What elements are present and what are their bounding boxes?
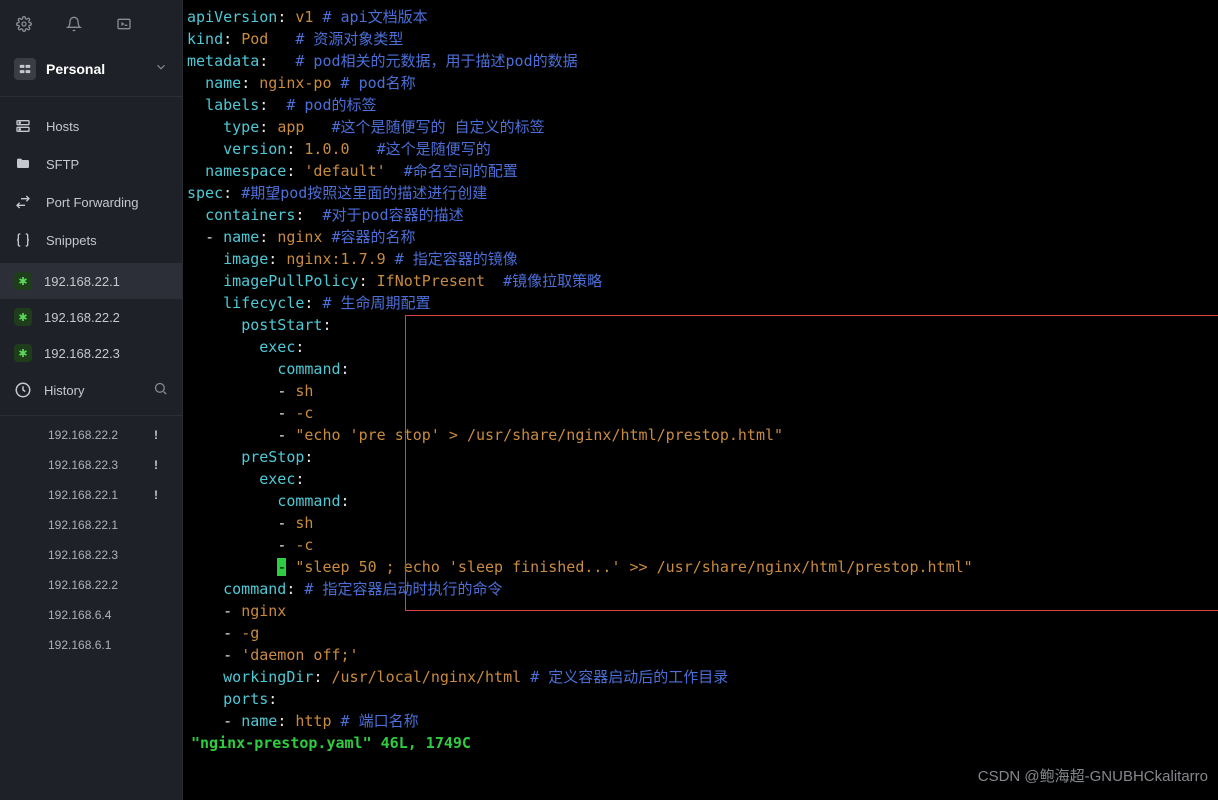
hosts-icon	[14, 117, 32, 135]
clock-icon	[14, 381, 32, 399]
nav-label: SFTP	[46, 157, 79, 172]
nav-label: Port Forwarding	[46, 195, 138, 210]
recent-item[interactable]: 192.168.22.3	[0, 540, 182, 570]
host-status-icon: ✱	[14, 344, 32, 362]
recent-item[interactable]: 192.168.22.1	[0, 510, 182, 540]
nav-list: Hosts SFTP Port Forwarding Snippets	[0, 96, 182, 259]
host-list: ✱ 192.168.22.1 ✱ 192.168.22.2 ✱ 192.168.…	[0, 263, 182, 371]
nav-sftp[interactable]: SFTP	[0, 145, 182, 183]
host-status-icon: ✱	[14, 272, 32, 290]
host-item[interactable]: ✱ 192.168.22.3	[0, 335, 182, 371]
terminal-icon[interactable]	[114, 14, 134, 34]
host-ip: 192.168.22.3	[44, 346, 120, 361]
host-ip: 192.168.22.1	[44, 274, 120, 289]
sidebar-toolbar	[0, 0, 182, 48]
nav-snippets[interactable]: Snippets	[0, 221, 182, 259]
nav-label: Snippets	[46, 233, 97, 248]
search-icon[interactable]	[153, 381, 168, 399]
code-editor[interactable]: apiVersion: v1 # api文档版本 kind: Pod # 资源对…	[183, 6, 1218, 754]
host-ip: 192.168.22.2	[44, 310, 120, 325]
nav-hosts[interactable]: Hosts	[0, 107, 182, 145]
bell-icon[interactable]	[64, 14, 84, 34]
workspace-selector[interactable]: Personal	[0, 48, 182, 90]
alert-badge: !	[154, 488, 158, 502]
alert-badge: !	[154, 458, 158, 472]
watermark: CSDN @鲍海超-GNUBHCkalitarro	[978, 765, 1208, 786]
folder-icon	[14, 155, 32, 173]
recent-item[interactable]: 192.168.22.3!	[0, 450, 182, 480]
sidebar: Personal Hosts SFTP Port Forwarding Snip…	[0, 0, 183, 800]
recent-list: 192.168.22.2! 192.168.22.3! 192.168.22.1…	[0, 415, 182, 660]
alert-badge: !	[154, 428, 158, 442]
recent-item[interactable]: 192.168.22.1!	[0, 480, 182, 510]
host-status-icon: ✱	[14, 308, 32, 326]
vim-status-line: "nginx-prestop.yaml" 46L, 1749C	[187, 734, 471, 752]
nav-portfwd[interactable]: Port Forwarding	[0, 183, 182, 221]
arrows-icon	[14, 193, 32, 211]
workspace-label: Personal	[46, 61, 144, 77]
braces-icon	[14, 231, 32, 249]
chevron-down-icon	[154, 60, 168, 79]
host-item[interactable]: ✱ 192.168.22.1	[0, 263, 182, 299]
recent-item[interactable]: 192.168.22.2	[0, 570, 182, 600]
recent-item[interactable]: 192.168.6.4	[0, 600, 182, 630]
cursor: -	[277, 558, 286, 576]
editor-pane[interactable]: apiVersion: v1 # api文档版本 kind: Pod # 资源对…	[183, 0, 1218, 800]
settings-icon[interactable]	[14, 14, 34, 34]
workspace-icon	[14, 58, 36, 80]
recent-item[interactable]: 192.168.22.2!	[0, 420, 182, 450]
nav-history[interactable]: History	[0, 371, 182, 409]
host-item[interactable]: ✱ 192.168.22.2	[0, 299, 182, 335]
recent-item[interactable]: 192.168.6.1	[0, 630, 182, 660]
nav-label: Hosts	[46, 119, 79, 134]
nav-label: History	[44, 383, 84, 398]
